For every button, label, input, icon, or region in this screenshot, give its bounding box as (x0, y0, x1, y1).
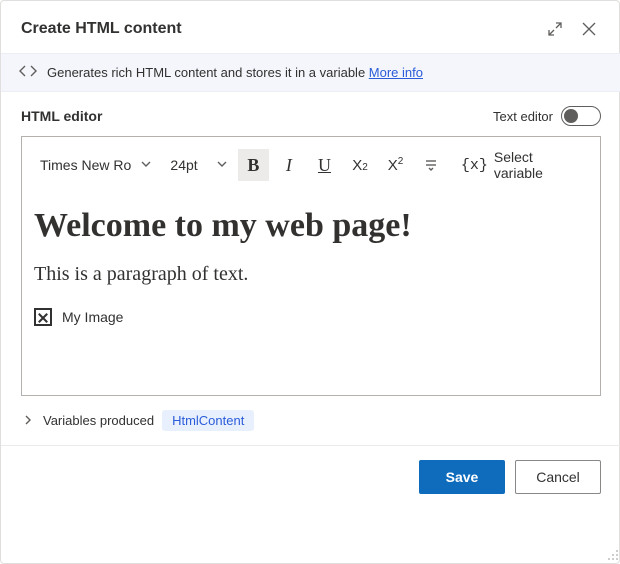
editor-frame: Times New Rom 24pt B I U X2 X2 (21, 136, 601, 396)
underline-button[interactable]: U (309, 149, 341, 181)
overflow-icon (425, 158, 437, 172)
superscript-button[interactable]: X2 (380, 149, 412, 181)
resize-grip-icon (607, 549, 619, 561)
toggle-knob (564, 109, 578, 123)
cancel-button[interactable]: Cancel (515, 460, 601, 494)
dialog-title: Create HTML content (21, 20, 535, 38)
dialog-body: HTML editor Text editor Times New Rom 24… (1, 92, 620, 445)
expand-button[interactable] (541, 15, 569, 43)
save-button[interactable]: Save (419, 460, 505, 494)
font-family-combo[interactable]: Times New Rom (32, 150, 158, 180)
font-family-value: Times New Rom (40, 157, 132, 173)
editor-label: HTML editor (21, 108, 493, 124)
info-text: Generates rich HTML content and stores i… (47, 65, 423, 80)
variable-icon: {x} (461, 157, 488, 174)
italic-button[interactable]: I (273, 149, 305, 181)
editor-toolbar: Times New Rom 24pt B I U X2 X2 (22, 137, 600, 193)
content-image-alt: My Image (62, 309, 123, 325)
close-button[interactable] (575, 15, 603, 43)
toolbar-overflow-button[interactable] (415, 149, 447, 181)
more-info-link[interactable]: More info (369, 65, 423, 80)
variable-chip[interactable]: HtmlContent (162, 410, 254, 431)
font-size-value: 24pt (170, 157, 207, 173)
broken-image-icon (34, 308, 52, 326)
text-editor-label: Text editor (493, 109, 553, 124)
dialog-header: Create HTML content (1, 1, 620, 53)
content-image-row: My Image (34, 308, 588, 326)
info-strip: Generates rich HTML content and stores i… (1, 53, 620, 92)
chevron-right-icon (21, 413, 35, 428)
bold-button[interactable]: B (238, 149, 270, 181)
dialog-footer: Save Cancel (1, 445, 620, 512)
select-variable-label: Select variable (494, 149, 584, 181)
code-icon (19, 64, 37, 81)
select-variable-button[interactable]: {x} Select variable (455, 145, 590, 185)
editor-canvas[interactable]: Welcome to my web page! This is a paragr… (22, 193, 600, 395)
variables-produced-row[interactable]: Variables produced HtmlContent (21, 396, 601, 437)
content-heading: Welcome to my web page! (34, 207, 588, 245)
chevron-down-icon (216, 157, 228, 173)
content-paragraph: This is a paragraph of text. (34, 263, 588, 286)
variables-produced-label: Variables produced (43, 413, 154, 428)
expand-icon (548, 22, 562, 36)
chevron-down-icon (140, 157, 152, 173)
text-editor-toggle[interactable] (561, 106, 601, 126)
editor-header-row: HTML editor Text editor (21, 106, 601, 126)
close-icon (582, 22, 596, 36)
subscript-button[interactable]: X2 (344, 149, 376, 181)
font-size-combo[interactable]: 24pt (162, 150, 233, 180)
